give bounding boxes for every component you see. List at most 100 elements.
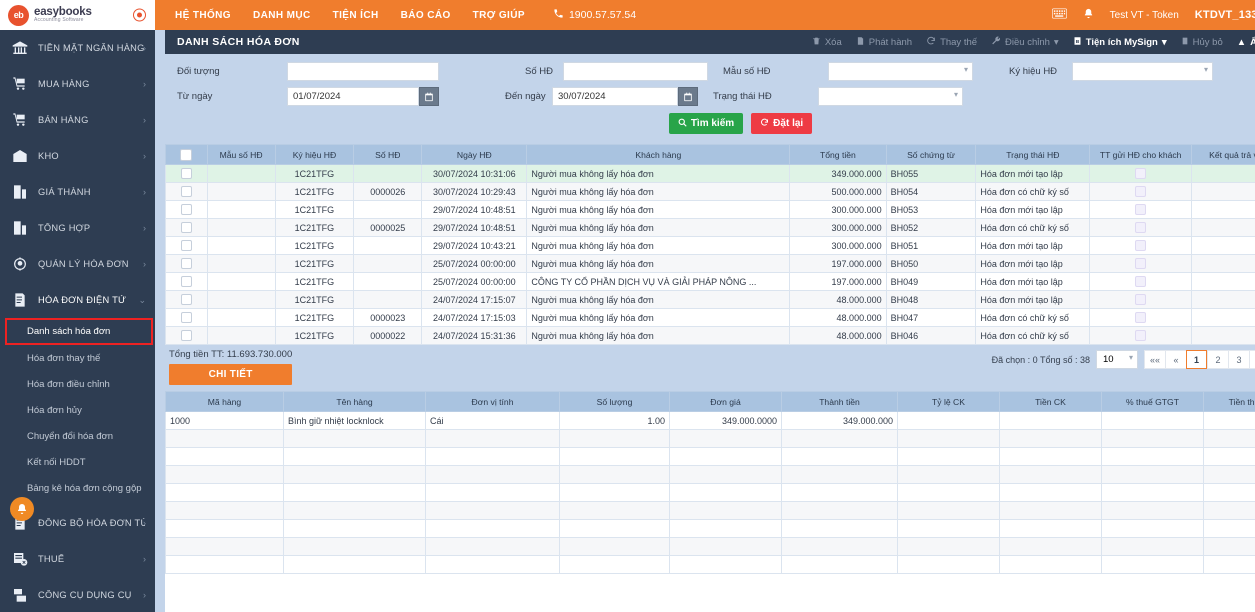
pagination-button[interactable]: 1 <box>1186 350 1207 369</box>
table-row[interactable]: 1C21TFG 25/07/2024 00:00:00 Người mua khôn… <box>165 254 1255 273</box>
keyboard-icon[interactable] <box>1051 8 1067 22</box>
sidebar-item-cong-cu-dung-cu[interactable]: CÔNG CỤ DỤNG CỤ › <box>0 577 155 612</box>
col-so-hd[interactable]: Số HĐ <box>353 144 423 165</box>
cancel-invoice-button[interactable]: Hủy bỏ <box>1181 36 1223 49</box>
row-select-cell[interactable] <box>165 254 208 273</box>
trang-thai-hd-select[interactable] <box>818 87 963 106</box>
table-row[interactable] <box>165 447 1255 466</box>
sidebar-subitem-hoa-don-dieu-chinh[interactable]: Hóa đơn điều chỉnh <box>0 371 155 397</box>
cell-tt-gui-hd[interactable] <box>1089 326 1193 345</box>
toggle-search-button[interactable]: ▲ Ẩn tìm kiếm <box>1237 37 1255 48</box>
table-row[interactable] <box>165 465 1255 484</box>
detail-button[interactable]: CHI TIẾT <box>169 364 293 385</box>
row-select-cell[interactable] <box>165 218 208 237</box>
sidebar-item-tong-hop[interactable]: TỔNG HỢP › <box>0 210 155 246</box>
sidebar-item-hoa-don-dien-tu[interactable]: HÓA ĐƠN ĐIỆN TỬ ⌄ <box>0 282 155 318</box>
doi-tuong-input[interactable] <box>287 62 439 81</box>
so-hd-input[interactable] <box>563 62 708 81</box>
cell-tt-gui-hd[interactable] <box>1089 308 1193 327</box>
sidebar-subitem-hoa-don-thay-the[interactable]: Hóa đơn thay thế <box>0 345 155 371</box>
table-row[interactable] <box>165 501 1255 520</box>
row-checkbox[interactable] <box>180 330 192 342</box>
sidebar-item-quan-ly-hoa-don[interactable]: QUẢN LÝ HÓA ĐƠN › <box>0 246 155 282</box>
send-status-checkbox[interactable] <box>1135 222 1147 234</box>
table-row[interactable]: 1C21TFG 0000026 30/07/2024 10:29:43 Người m… <box>165 182 1255 201</box>
delete-button[interactable]: Xóa <box>812 36 842 49</box>
col-tt-gui-hd[interactable]: TT gửi HĐ cho khách <box>1089 144 1193 165</box>
send-status-checkbox[interactable] <box>1135 240 1147 252</box>
menu-tro-giup[interactable]: TRỢ GIÚP <box>473 10 525 21</box>
row-select-cell[interactable] <box>165 326 208 345</box>
calendar-icon[interactable] <box>678 87 698 106</box>
row-select-cell[interactable] <box>165 308 208 327</box>
row-checkbox[interactable] <box>180 312 192 324</box>
col-ten-hang[interactable]: Tên hàng <box>283 391 426 412</box>
menu-tien-ich[interactable]: TIỆN ÍCH <box>333 10 379 21</box>
select-all-checkbox[interactable] <box>180 148 193 161</box>
row-select-cell[interactable] <box>165 272 208 291</box>
token-label[interactable]: KTDVT_133_1020 <box>1195 9 1255 21</box>
col-pc-thue-gtgt[interactable]: % thuế GTGT <box>1101 391 1204 412</box>
cell-tt-gui-hd[interactable] <box>1089 200 1193 219</box>
sidebar-subitem-hoa-don-huy[interactable]: Hóa đơn hủy <box>0 397 155 423</box>
row-checkbox[interactable] <box>180 258 192 270</box>
table-row[interactable]: 1C21TFG 0000023 24/07/2024 17:15:03 Người m… <box>165 308 1255 327</box>
send-status-checkbox[interactable] <box>1135 258 1147 270</box>
row-select-cell[interactable] <box>165 236 208 255</box>
adjust-button[interactable]: Điều chỉnh ▾ <box>991 36 1059 49</box>
send-status-checkbox[interactable] <box>1135 294 1147 306</box>
col-ket-qua-thue[interactable]: Kết quả trả về của thuế <box>1191 144 1255 165</box>
sidebar-subitem-chuyen-doi-hoa-don[interactable]: Chuyển đổi hóa đơn <box>0 423 155 449</box>
row-checkbox[interactable] <box>180 294 192 306</box>
table-row[interactable]: 1C21TFG 29/07/2024 10:48:51 Người mua khôn… <box>165 200 1255 219</box>
table-row[interactable]: 1C21TFG 0000022 24/07/2024 15:31:36 Người m… <box>165 326 1255 345</box>
cell-tt-gui-hd[interactable] <box>1089 218 1193 237</box>
table-row[interactable]: 1C21TFG 25/07/2024 00:00:00 CÔNG TY CỔ PHẦ… <box>165 272 1255 291</box>
send-status-checkbox[interactable] <box>1135 204 1147 216</box>
sidebar-item-kho[interactable]: KHO › <box>0 138 155 174</box>
pagination-button[interactable]: 4 <box>1249 350 1255 369</box>
bell-icon[interactable] <box>1083 7 1094 23</box>
send-status-checkbox[interactable] <box>1135 330 1147 342</box>
cell-tt-gui-hd[interactable] <box>1089 272 1193 291</box>
col-don-gia[interactable]: Đơn giá <box>669 391 782 412</box>
table-row[interactable]: 1C21TFG 0000025 29/07/2024 10:48:51 Người m… <box>165 218 1255 237</box>
row-select-cell[interactable] <box>165 164 208 183</box>
send-status-checkbox[interactable] <box>1135 312 1147 324</box>
cell-tt-gui-hd[interactable] <box>1089 182 1193 201</box>
table-row[interactable]: 1C21TFG 30/07/2024 10:31:06 Người mua khôn… <box>165 164 1255 183</box>
sidebar-subitem-ket-noi-hddt[interactable]: Kết nối HDDT <box>0 449 155 475</box>
row-checkbox[interactable] <box>180 222 192 234</box>
publish-button[interactable]: Phát hành <box>856 36 912 49</box>
col-ty-le-ck[interactable]: Tỷ lệ CK <box>897 391 1000 412</box>
sidebar-item-mua-hang[interactable]: MUA HÀNG › <box>0 66 155 102</box>
table-row[interactable] <box>165 429 1255 448</box>
pagination-button[interactable]: « <box>1165 350 1186 369</box>
cell-tt-gui-hd[interactable] <box>1089 290 1193 309</box>
sidebar-item-tien-mat-ngan-hang[interactable]: TIỀN MẶT NGÂN HÀNG › <box>0 30 155 66</box>
row-checkbox[interactable] <box>180 168 192 180</box>
row-checkbox[interactable] <box>180 276 192 288</box>
col-thanh-tien[interactable]: Thành tiền <box>781 391 898 412</box>
table-row[interactable]: 1000 Bình giữ nhiệt locknlock Cái 1.00 349.0… <box>165 411 1255 430</box>
menu-he-thong[interactable]: HỆ THỐNG <box>175 10 231 21</box>
table-row[interactable] <box>165 519 1255 538</box>
cell-tt-gui-hd[interactable] <box>1089 164 1193 183</box>
cell-tt-gui-hd[interactable] <box>1089 236 1193 255</box>
pagination-button[interactable]: 2 <box>1207 350 1228 369</box>
row-select-cell[interactable] <box>165 182 208 201</box>
search-button[interactable]: Tìm kiếm <box>668 113 744 134</box>
table-row[interactable] <box>165 555 1255 574</box>
row-select-cell[interactable] <box>165 290 208 309</box>
ky-hieu-hd-select[interactable] <box>1072 62 1213 81</box>
table-row[interactable] <box>165 537 1255 556</box>
cell-tt-gui-hd[interactable] <box>1089 254 1193 273</box>
table-row[interactable]: 1C21TFG 24/07/2024 17:15:07 Người mua khôn… <box>165 290 1255 309</box>
pagination-button[interactable]: «« <box>1144 350 1165 369</box>
col-ky-hieu-hd[interactable]: Ký hiệu HĐ <box>274 144 355 165</box>
tu-ngay-input[interactable] <box>287 87 419 106</box>
table-row[interactable] <box>165 483 1255 502</box>
reset-button[interactable]: Đặt lại <box>751 113 813 134</box>
page-size-select[interactable] <box>1096 350 1138 369</box>
sidebar-item-gia-thanh[interactable]: GIÁ THÀNH › <box>0 174 155 210</box>
